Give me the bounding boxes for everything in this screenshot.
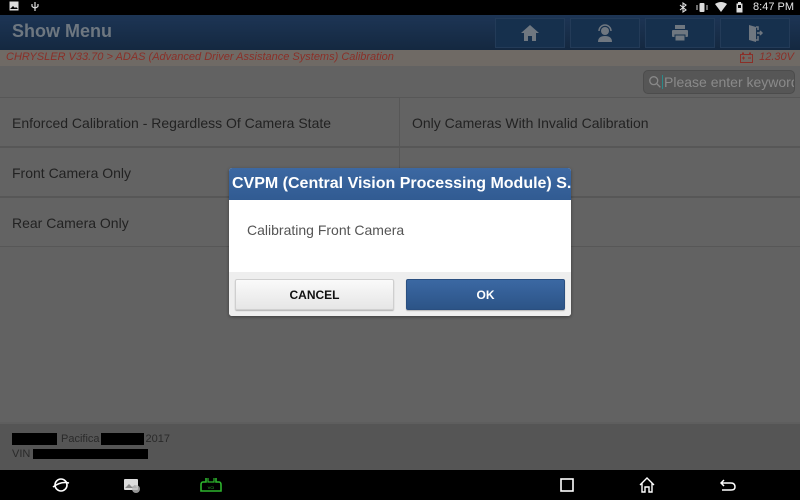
usb-icon	[29, 1, 40, 12]
menu-item-enforced-calibration[interactable]: Enforced Calibration - Regardless Of Cam…	[0, 97, 400, 147]
ok-button[interactable]: OK	[406, 279, 565, 310]
exit-button[interactable]	[720, 18, 790, 48]
redacted-make	[12, 433, 57, 445]
breadcrumb-bar: CHRYSLER V33.70 > ADAS (Advanced Driver …	[0, 50, 800, 66]
exit-door-icon	[749, 25, 764, 42]
home-icon	[521, 25, 539, 41]
voltage-readout: 12.30V	[740, 51, 794, 63]
cancel-button[interactable]: CANCEL	[235, 279, 394, 310]
wifi-icon	[715, 1, 728, 13]
dialog-title: CVPM (Central Vision Processing Module) …	[229, 168, 571, 200]
gallery-icon	[124, 479, 140, 493]
app-header: Show Menu	[0, 15, 800, 50]
dialog-message: Calibrating Front Camera	[247, 222, 405, 238]
dialog-footer: CANCEL OK	[229, 272, 571, 316]
gallery-icon	[8, 1, 19, 12]
search-box[interactable]	[643, 70, 795, 94]
gallery-button[interactable]	[121, 475, 143, 495]
search-icon	[649, 76, 661, 88]
home-button[interactable]	[495, 18, 565, 48]
status-time: 8:47 PM	[753, 1, 794, 13]
battery-car-icon	[740, 52, 754, 63]
vehicle-info: Pacifica 2017 VIN	[0, 422, 800, 470]
support-button[interactable]	[570, 18, 640, 48]
vehicle-year: 2017	[145, 433, 171, 445]
text-cursor	[662, 75, 663, 89]
headset-user-icon	[598, 24, 612, 42]
browser-button[interactable]	[50, 475, 72, 495]
page-title: Show Menu	[12, 21, 112, 41]
vin-label: VIN	[12, 448, 31, 460]
vci-button[interactable]: VCI	[200, 475, 222, 495]
recents-button[interactable]	[556, 475, 578, 495]
vehicle-model: Pacifica	[61, 433, 100, 445]
browser-icon	[52, 478, 70, 492]
home-nav-button[interactable]	[636, 475, 658, 495]
svg-text:VCI: VCI	[208, 485, 215, 490]
bluetooth-icon	[677, 1, 688, 13]
vci-icon: VCI	[200, 478, 222, 492]
back-button[interactable]	[717, 475, 739, 495]
calibration-dialog: CVPM (Central Vision Processing Module) …	[229, 168, 571, 316]
print-button[interactable]	[645, 18, 715, 48]
menu-item-invalid-calibration[interactable]: Only Cameras With Invalid Calibration	[400, 97, 800, 147]
battery-icon	[734, 1, 745, 13]
status-bar: 8:47 PM	[0, 0, 800, 15]
voltage-value: 12.30V	[759, 51, 794, 63]
redacted-trim	[100, 433, 144, 445]
vibrate-icon	[696, 2, 708, 13]
home-icon	[639, 477, 655, 493]
printer-icon	[672, 25, 688, 42]
recents-icon	[560, 478, 574, 492]
redacted-vin	[33, 449, 149, 459]
back-icon	[720, 479, 736, 491]
breadcrumb: CHRYSLER V33.70 > ADAS (Advanced Driver …	[6, 51, 394, 63]
search-input[interactable]	[664, 74, 794, 90]
navigation-bar: VCI	[0, 470, 800, 500]
